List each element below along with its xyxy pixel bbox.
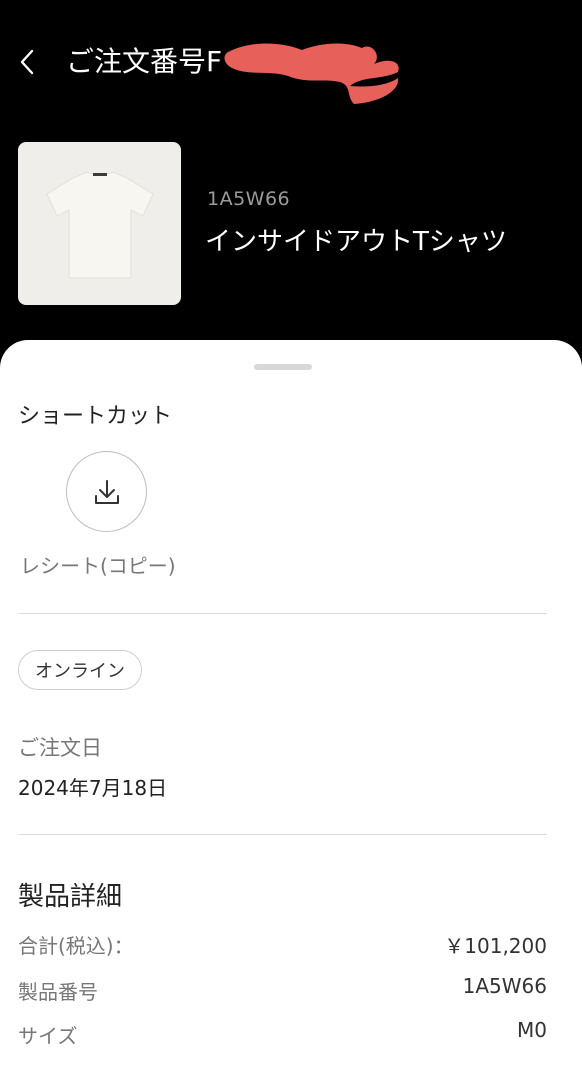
divider: [18, 613, 547, 614]
product-number-value: 1A5W66: [462, 974, 547, 998]
receipt-copy-label[interactable]: レシート(コピー): [20, 550, 176, 579]
product-number-label: 製品番号: [18, 980, 98, 1004]
redaction-mark: [224, 43, 399, 104]
page-title: ご注文番号F: [66, 45, 223, 78]
tshirt-image: [45, 170, 154, 278]
channel-badge: オンライン: [18, 650, 142, 690]
total-value: ￥101,200: [444, 934, 547, 958]
bottom-sheet: ショートカット レシート(コピー) オンライン ご注文日 2024年7月18日 …: [0, 340, 582, 1080]
product-image[interactable]: [18, 142, 181, 305]
order-header: ご注文番号F 1A5W66 インサイドアウトTシャツ: [0, 0, 582, 360]
size-value: M0: [517, 1018, 547, 1042]
sheet-drag-handle[interactable]: [254, 364, 312, 370]
order-date-label: ご注文日: [18, 736, 102, 760]
chevron-left-icon: [20, 49, 34, 75]
divider: [18, 834, 547, 835]
shortcuts-title: ショートカット: [18, 404, 173, 429]
order-date-value: 2024年7月18日: [18, 776, 168, 800]
product-sku: 1A5W66: [207, 188, 291, 210]
product-name: インサイドアウトTシャツ: [205, 227, 507, 257]
back-button[interactable]: [8, 40, 48, 84]
receipt-download-button[interactable]: [66, 451, 147, 532]
size-label: サイズ: [18, 1024, 78, 1048]
total-label: 合計(税込)：: [18, 934, 134, 958]
product-details-title: 製品詳細: [18, 882, 123, 912]
download-icon: [94, 479, 119, 504]
